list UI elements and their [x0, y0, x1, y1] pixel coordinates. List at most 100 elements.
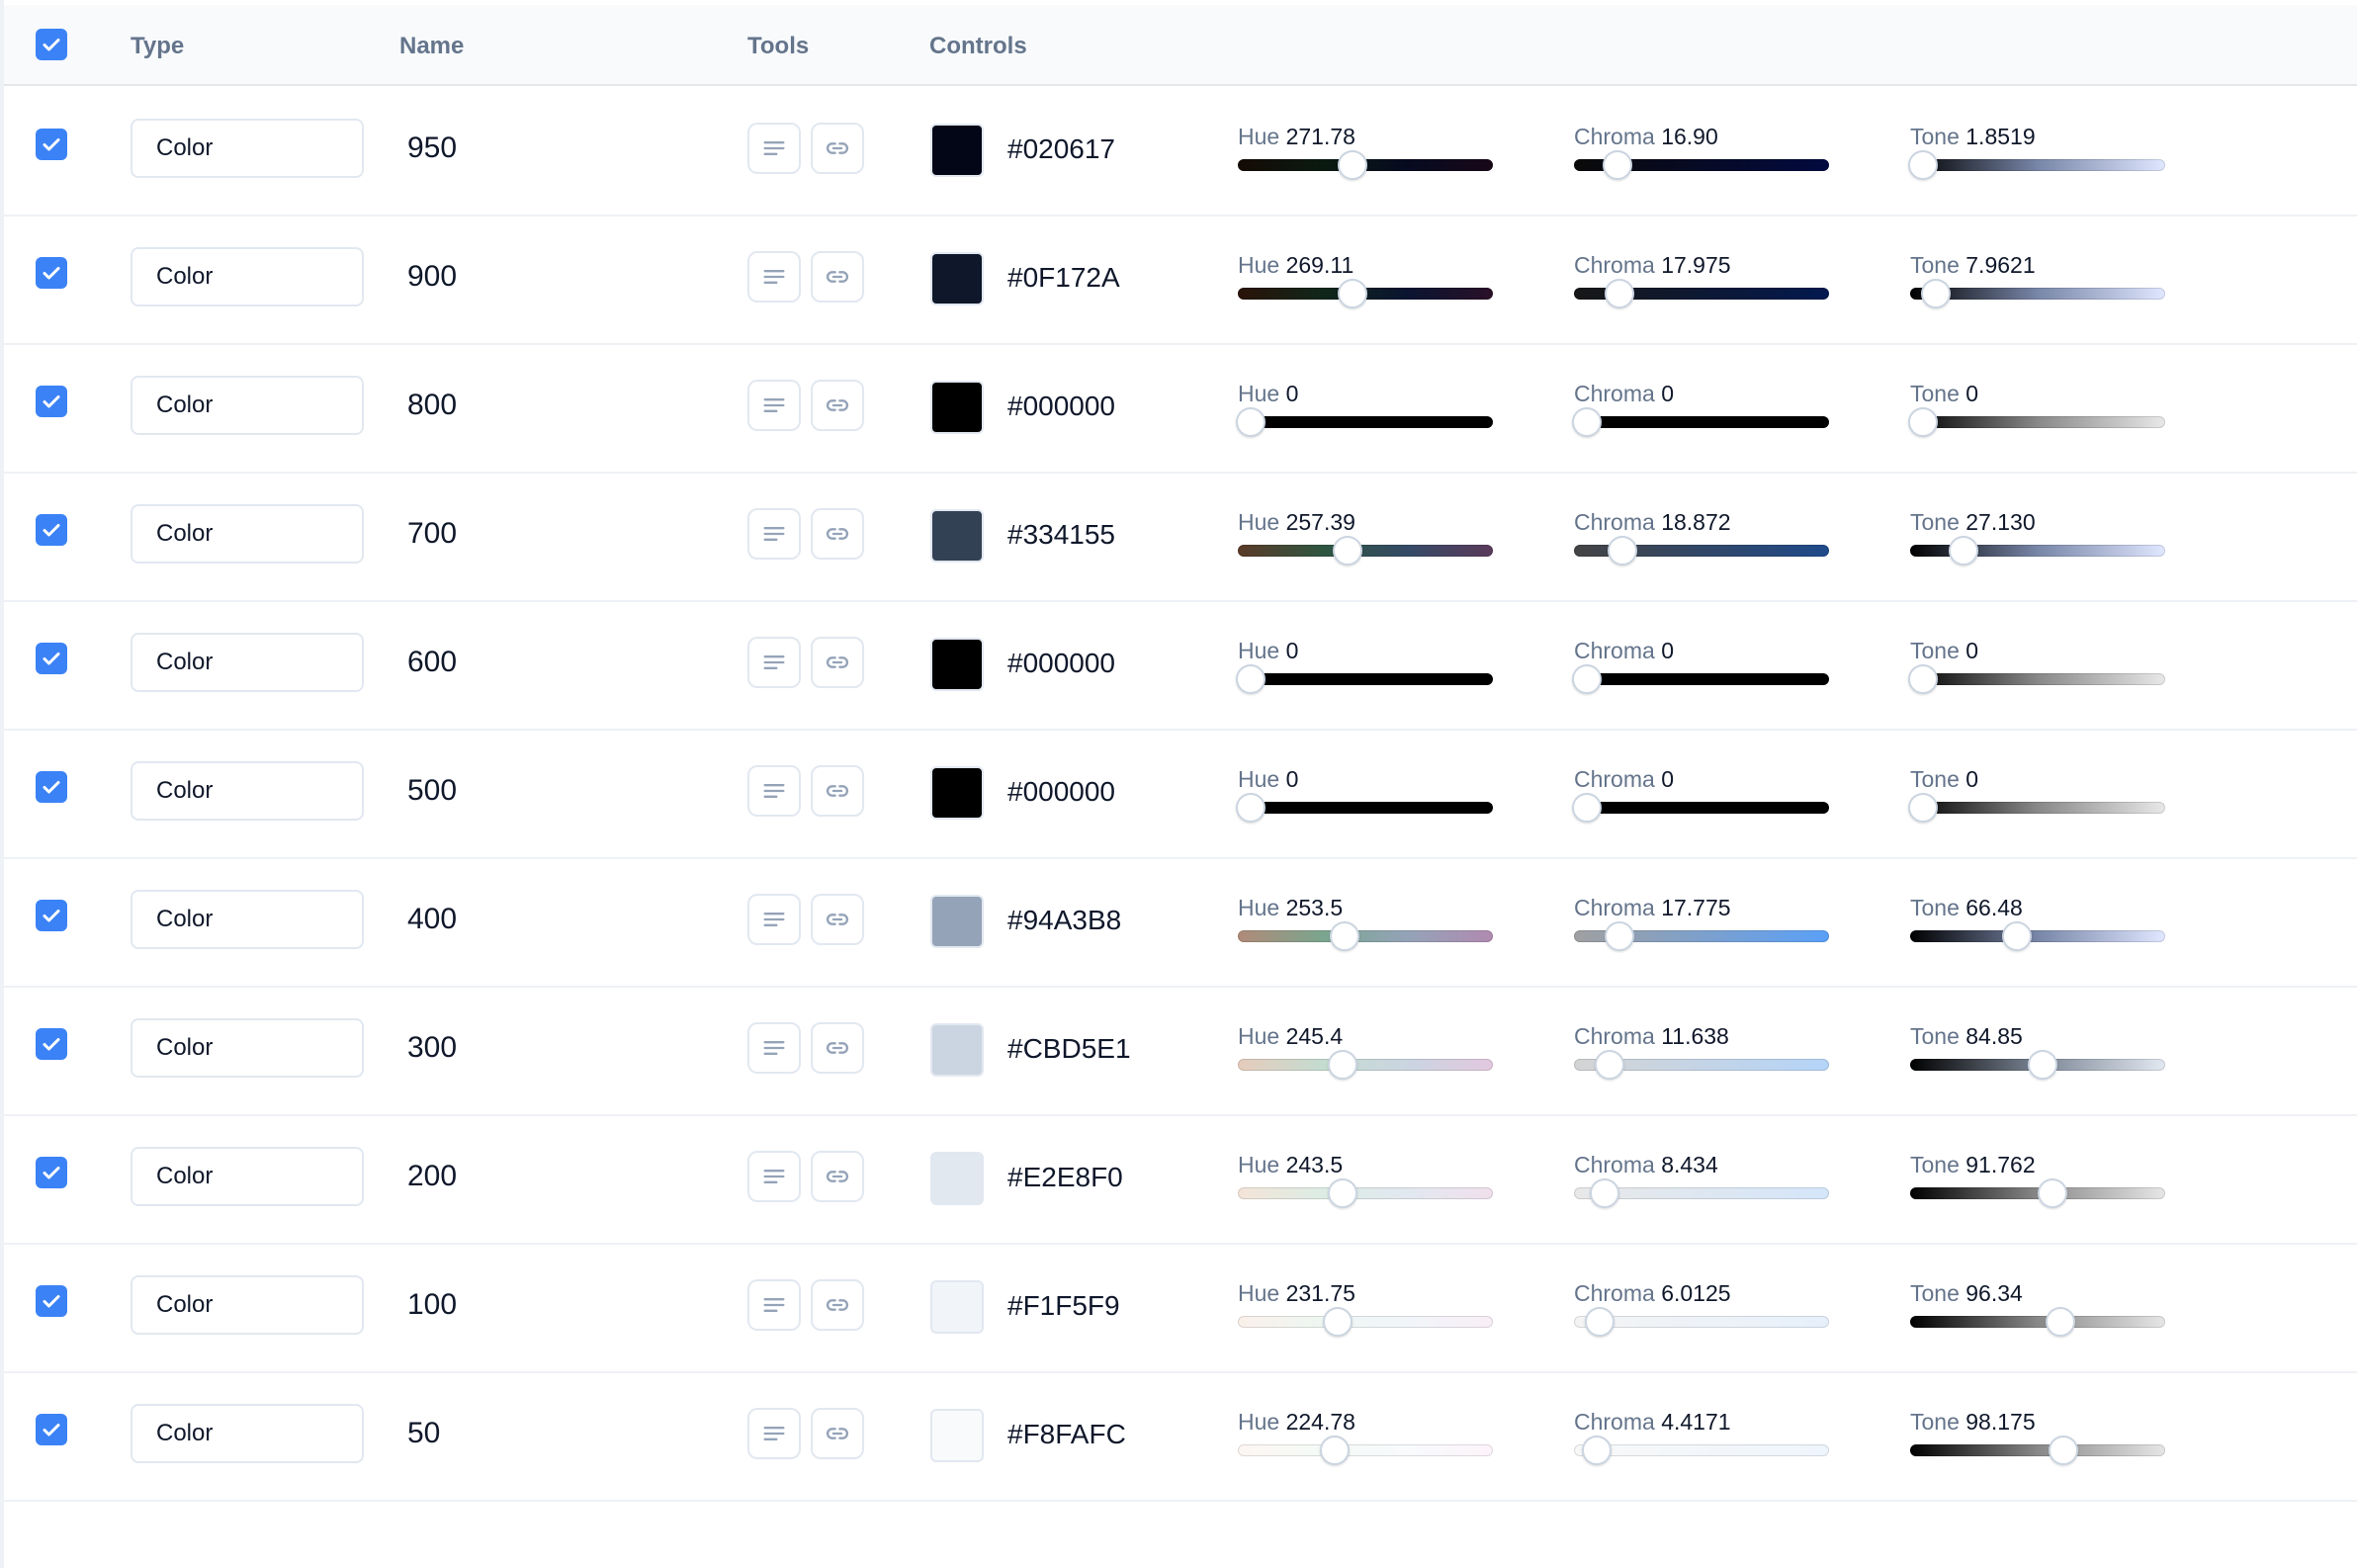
- hue-slider-thumb[interactable]: [1338, 279, 1368, 308]
- tone-slider-thumb[interactable]: [2038, 1178, 2068, 1208]
- tone-slider-thumb[interactable]: [1907, 793, 1938, 823]
- description-button[interactable]: [747, 251, 801, 303]
- row-checkbox[interactable]: [36, 1414, 67, 1445]
- hue-slider-thumb[interactable]: [1322, 1307, 1353, 1337]
- chroma-slider-thumb[interactable]: [1571, 664, 1602, 694]
- type-select[interactable]: Color: [131, 504, 364, 564]
- color-swatch[interactable]: [930, 1023, 984, 1077]
- description-button[interactable]: [747, 1408, 801, 1459]
- tone-slider-track[interactable]: [1910, 930, 2165, 942]
- color-name[interactable]: 800: [407, 389, 457, 422]
- color-name[interactable]: 950: [407, 131, 457, 165]
- chroma-slider-thumb[interactable]: [1571, 407, 1602, 437]
- hue-slider-thumb[interactable]: [1330, 921, 1360, 951]
- hue-slider-thumb[interactable]: [1235, 664, 1266, 694]
- tone-slider-thumb[interactable]: [1920, 279, 1951, 308]
- chroma-slider-track[interactable]: [1574, 802, 1829, 814]
- link-button[interactable]: [811, 637, 864, 688]
- hue-slider-track[interactable]: [1238, 545, 1493, 557]
- tone-slider-thumb[interactable]: [2002, 921, 2033, 951]
- chroma-slider-track[interactable]: [1574, 416, 1829, 428]
- hue-slider-thumb[interactable]: [1327, 1050, 1357, 1080]
- row-checkbox[interactable]: [36, 1157, 67, 1188]
- color-name[interactable]: 200: [407, 1160, 457, 1193]
- hue-slider-thumb[interactable]: [1332, 536, 1362, 566]
- tone-slider-track[interactable]: [1910, 1316, 2165, 1328]
- link-button[interactable]: [811, 123, 864, 174]
- description-button[interactable]: [747, 380, 801, 431]
- tone-slider-track[interactable]: [1910, 159, 2165, 171]
- link-button[interactable]: [811, 380, 864, 431]
- tone-slider-track[interactable]: [1910, 802, 2165, 814]
- color-swatch[interactable]: [930, 1409, 984, 1462]
- hue-slider-thumb[interactable]: [1235, 793, 1266, 823]
- chroma-slider-thumb[interactable]: [1582, 1436, 1613, 1465]
- description-button[interactable]: [747, 1279, 801, 1331]
- description-button[interactable]: [747, 1151, 801, 1202]
- color-name[interactable]: 900: [407, 260, 457, 294]
- type-select[interactable]: Color: [131, 119, 364, 178]
- row-checkbox[interactable]: [36, 257, 67, 289]
- tone-slider-thumb[interactable]: [2048, 1436, 2078, 1465]
- link-button[interactable]: [811, 251, 864, 303]
- color-name[interactable]: 400: [407, 903, 457, 936]
- tone-slider-thumb[interactable]: [1907, 664, 1938, 694]
- chroma-slider-track[interactable]: [1574, 673, 1829, 685]
- row-checkbox[interactable]: [36, 1028, 67, 1060]
- row-checkbox[interactable]: [36, 129, 67, 160]
- hue-slider-thumb[interactable]: [1235, 407, 1266, 437]
- type-select[interactable]: Color: [131, 1275, 364, 1335]
- chroma-slider-thumb[interactable]: [1605, 921, 1635, 951]
- description-button[interactable]: [747, 508, 801, 560]
- description-button[interactable]: [747, 894, 801, 945]
- chroma-slider-thumb[interactable]: [1605, 279, 1635, 308]
- link-button[interactable]: [811, 894, 864, 945]
- hue-slider-track[interactable]: [1238, 930, 1493, 942]
- link-button[interactable]: [811, 508, 864, 560]
- row-checkbox[interactable]: [36, 386, 67, 417]
- color-swatch[interactable]: [930, 638, 984, 691]
- select-all-checkbox[interactable]: [36, 29, 67, 60]
- tone-slider-thumb[interactable]: [1907, 407, 1938, 437]
- hue-slider-track[interactable]: [1238, 673, 1493, 685]
- description-button[interactable]: [747, 637, 801, 688]
- hue-slider-track[interactable]: [1238, 1187, 1493, 1199]
- hue-slider-track[interactable]: [1238, 1444, 1493, 1456]
- tone-slider-thumb[interactable]: [1949, 536, 1979, 566]
- description-button[interactable]: [747, 765, 801, 817]
- hue-slider-thumb[interactable]: [1327, 1178, 1357, 1208]
- color-swatch[interactable]: [930, 124, 984, 177]
- tone-slider-track[interactable]: [1910, 416, 2165, 428]
- chroma-slider-thumb[interactable]: [1589, 1178, 1619, 1208]
- chroma-slider-thumb[interactable]: [1608, 536, 1638, 566]
- color-swatch[interactable]: [930, 895, 984, 948]
- chroma-slider-track[interactable]: [1574, 1444, 1829, 1456]
- row-checkbox[interactable]: [36, 1285, 67, 1317]
- link-button[interactable]: [811, 765, 864, 817]
- tone-slider-track[interactable]: [1910, 1444, 2165, 1456]
- row-checkbox[interactable]: [36, 771, 67, 803]
- type-select[interactable]: Color: [131, 890, 364, 949]
- color-name[interactable]: 50: [407, 1417, 440, 1450]
- link-button[interactable]: [811, 1151, 864, 1202]
- color-swatch[interactable]: [930, 381, 984, 434]
- color-name[interactable]: 700: [407, 517, 457, 551]
- link-button[interactable]: [811, 1022, 864, 1074]
- type-select[interactable]: Color: [131, 376, 364, 435]
- tone-slider-thumb[interactable]: [2046, 1307, 2076, 1337]
- description-button[interactable]: [747, 1022, 801, 1074]
- row-checkbox[interactable]: [36, 514, 67, 546]
- description-button[interactable]: [747, 123, 801, 174]
- row-checkbox[interactable]: [36, 900, 67, 931]
- color-swatch[interactable]: [930, 252, 984, 305]
- hue-slider-track[interactable]: [1238, 1316, 1493, 1328]
- hue-slider-thumb[interactable]: [1338, 150, 1368, 180]
- color-name[interactable]: 500: [407, 774, 457, 808]
- hue-slider-thumb[interactable]: [1320, 1436, 1351, 1465]
- type-select[interactable]: Color: [131, 761, 364, 821]
- type-select[interactable]: Color: [131, 1404, 364, 1463]
- type-select[interactable]: Color: [131, 1018, 364, 1078]
- chroma-slider-thumb[interactable]: [1602, 150, 1632, 180]
- tone-slider-thumb[interactable]: [2028, 1050, 2058, 1080]
- row-checkbox[interactable]: [36, 643, 67, 674]
